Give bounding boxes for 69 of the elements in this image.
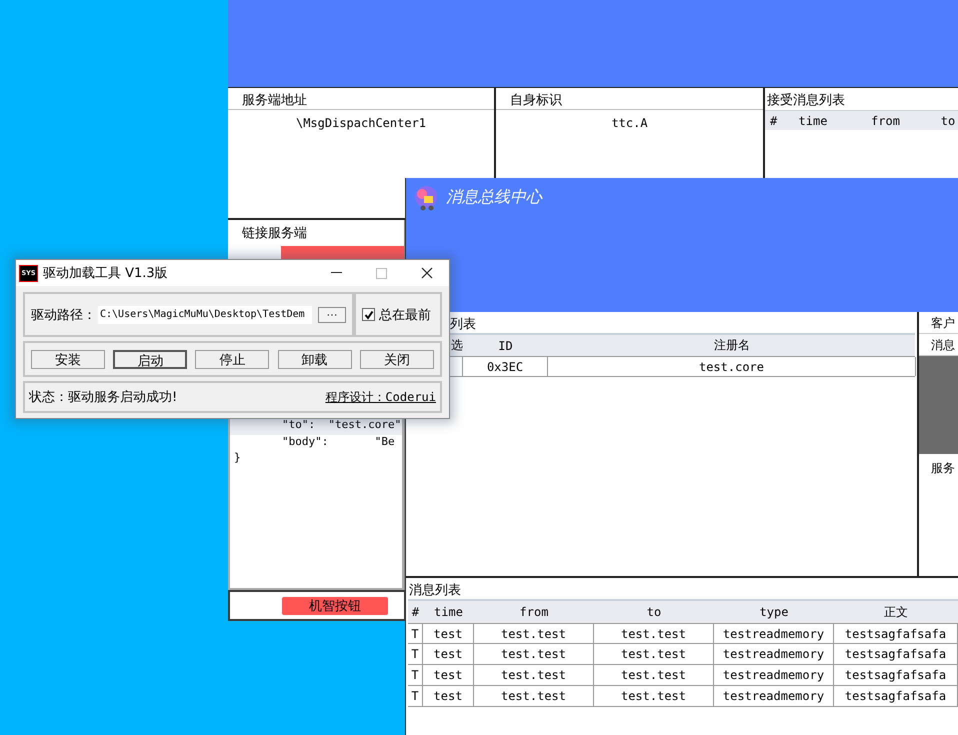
- code-line: }: [234, 451, 241, 464]
- table-cell: testreadmemory: [714, 686, 834, 706]
- credit-link[interactable]: 程序设计：Coderui: [325, 388, 436, 406]
- column-header: from: [518, 605, 550, 619]
- action-button[interactable]: 安装: [31, 350, 106, 368]
- table-cell: T: [408, 665, 423, 685]
- column-header: 注册名: [713, 337, 751, 354]
- action-button[interactable]: 关闭: [360, 350, 434, 368]
- window-title: 消息总线中心: [446, 187, 542, 208]
- close-icon: [420, 267, 432, 279]
- action-button[interactable]: 卸载: [278, 350, 352, 368]
- table-cell: test.test: [474, 665, 594, 685]
- table-cell: T: [408, 644, 423, 664]
- table-cell: T: [408, 624, 423, 643]
- code-line: "to": "test.core": [282, 418, 402, 431]
- checkbox[interactable]: [362, 308, 375, 321]
- section-title: 链接服务端: [241, 225, 308, 243]
- code-line: "body": "Be: [282, 434, 395, 448]
- column-header: #: [410, 605, 420, 619]
- table-cell: testreadmemory: [714, 665, 834, 685]
- status-text: 状态：驱动服务启动成功!: [29, 389, 178, 406]
- column-header: time: [798, 114, 828, 128]
- panel-title: 客户: [919, 312, 958, 334]
- table-cell: testsagfafsafa: [834, 665, 958, 685]
- panel-title: 服务端地址: [228, 88, 494, 110]
- column-header: time: [433, 605, 464, 619]
- column-header: from: [870, 114, 901, 128]
- minimize-icon: [331, 272, 342, 274]
- action-button[interactable]: 机智按钮: [282, 596, 388, 614]
- app-icon: [412, 184, 440, 212]
- table-cell: testsagfafsafa: [834, 624, 958, 643]
- browse-button[interactable]: ···: [318, 306, 346, 322]
- field-label: 驱动路径：: [31, 306, 96, 324]
- table-cell: test.test: [474, 644, 594, 664]
- table-cell: test.test: [594, 624, 714, 643]
- column-header: to: [646, 605, 662, 619]
- table-cell: test: [423, 686, 474, 706]
- panel-title: 接受消息列表: [766, 92, 846, 110]
- panel-title: 自身标识: [496, 88, 763, 110]
- action-button[interactable]: 启动: [113, 350, 188, 368]
- panel-title: 服务: [930, 460, 956, 476]
- table-cell: testreadmemory: [714, 624, 834, 643]
- table-cell: test.test: [594, 644, 714, 664]
- table-cell: test.test: [594, 665, 714, 685]
- action-button[interactable]: 停止: [195, 350, 270, 368]
- column-header: 选: [450, 337, 463, 354]
- table-cell: test: [423, 644, 474, 664]
- table-cell: test: [423, 665, 474, 685]
- panel-value: ttc.A: [610, 115, 649, 130]
- table-cell: T: [408, 686, 423, 706]
- table-cell: test.test: [474, 686, 594, 706]
- table-cell: testsagfafsafa: [834, 686, 958, 706]
- column-header: #: [769, 114, 778, 128]
- panel-value: \MsgDispachCenter1: [294, 115, 428, 130]
- checkbox-label: 总在最前: [379, 306, 431, 324]
- table-cell: testsagfafsafa: [834, 644, 958, 664]
- table-cell: test.test: [594, 686, 714, 706]
- column-header: ID: [497, 338, 514, 352]
- column-header: to: [940, 114, 956, 128]
- table-cell: testreadmemory: [714, 644, 834, 664]
- table-cell: test.test: [474, 624, 594, 643]
- path-field[interactable]: C:\Users\MagicMuMu\Desktop\TestDem: [98, 306, 312, 324]
- column-header: 正文: [883, 604, 909, 620]
- table-cell: test: [423, 624, 474, 643]
- window-title: 驱动加载工具 V1.3版: [43, 265, 169, 282]
- column-header: type: [758, 605, 790, 619]
- table-cell: test.core: [548, 357, 916, 376]
- maximize-icon: [376, 268, 387, 278]
- table-cell: 0x3EC: [463, 357, 548, 376]
